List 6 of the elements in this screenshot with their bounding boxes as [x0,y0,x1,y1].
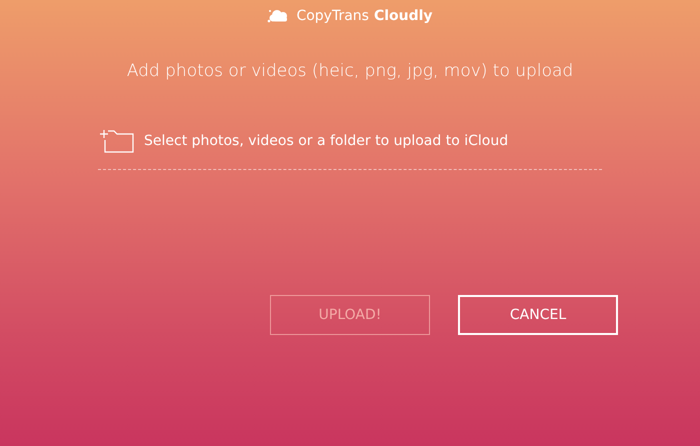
heading: Add photos or videos (heic, png, jpg, mov) to upload [126,61,574,81]
app-name: CopyTrans [296,8,369,24]
add-folder-icon [100,129,134,153]
product-name: Cloudly [374,8,433,24]
cancel-button[interactable]: CANCEL [458,295,618,335]
file-picker-field[interactable]: Select photos, videos or a folder to upload to iCloud [98,129,602,170]
